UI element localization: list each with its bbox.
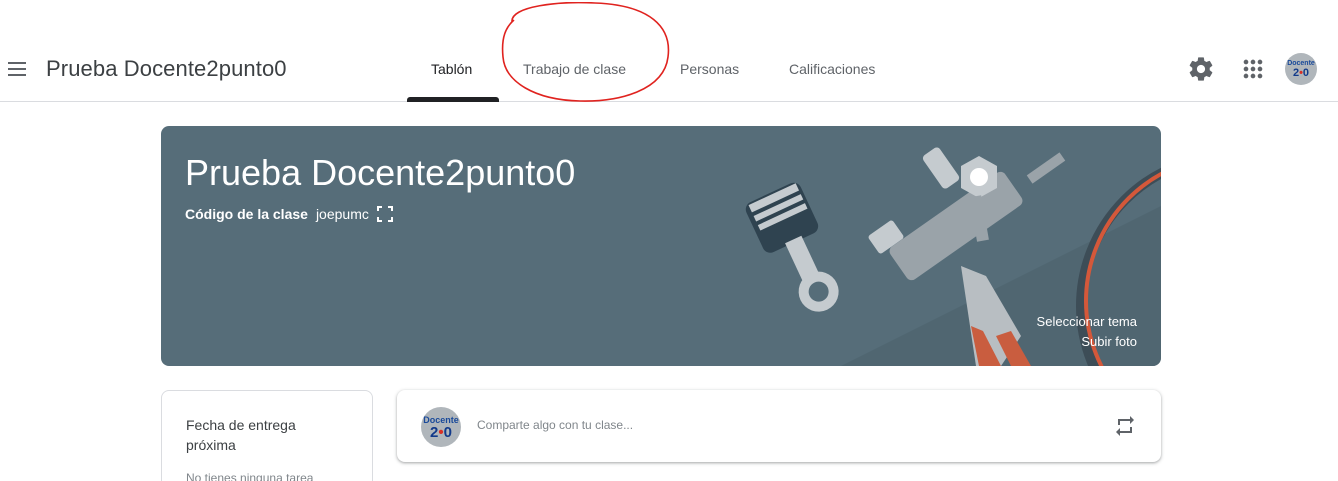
upcoming-title: Fecha de entrega próxima	[186, 417, 296, 453]
active-tab-indicator	[407, 97, 499, 102]
tab-people[interactable]: Personas	[680, 61, 739, 77]
upcoming-card: Fecha de entrega próxima No tienes ningu…	[161, 390, 373, 481]
banner-actions: Seleccionar tema Subir foto	[1037, 312, 1137, 352]
course-title[interactable]: Prueba Docente2punto0	[46, 56, 287, 82]
fullscreen-icon[interactable]	[376, 206, 393, 222]
banner-title[interactable]: Prueba Docente2punto0	[185, 152, 575, 194]
account-avatar[interactable]: Docente 2•0	[1285, 53, 1317, 85]
class-banner: Prueba Docente2punto0 Código de la clase…	[161, 126, 1161, 366]
class-code-row: Código de la clase joepumc	[185, 206, 393, 222]
class-code-label: Código de la clase	[185, 206, 308, 222]
upload-photo-link[interactable]: Subir foto	[1037, 332, 1137, 352]
user-avatar: Docente 2•0	[421, 407, 461, 447]
avatar-logo-bottom: 2•0	[1292, 66, 1310, 79]
share-box[interactable]: Docente 2•0 Comparte algo con tu clase..…	[397, 390, 1161, 462]
reuse-post-icon[interactable]	[1113, 414, 1137, 438]
menu-icon[interactable]	[4, 56, 30, 82]
tab-stream[interactable]: Tablón	[431, 61, 472, 77]
share-input[interactable]: Comparte algo con tu clase...	[477, 418, 633, 432]
avatar-logo-bottom: 2•0	[430, 423, 452, 441]
tab-grades[interactable]: Calificaciones	[789, 61, 875, 77]
top-app-bar: Prueba Docente2punto0 Tablón Trabajo de …	[0, 0, 1338, 102]
apps-grid-icon[interactable]	[1239, 55, 1267, 83]
upcoming-empty-text: No tienes ninguna tarea	[186, 471, 314, 481]
gear-icon[interactable]	[1187, 55, 1215, 83]
red-annotation-circle	[501, 2, 670, 102]
select-theme-link[interactable]: Seleccionar tema	[1037, 312, 1137, 332]
class-code-value: joepumc	[315, 206, 369, 222]
